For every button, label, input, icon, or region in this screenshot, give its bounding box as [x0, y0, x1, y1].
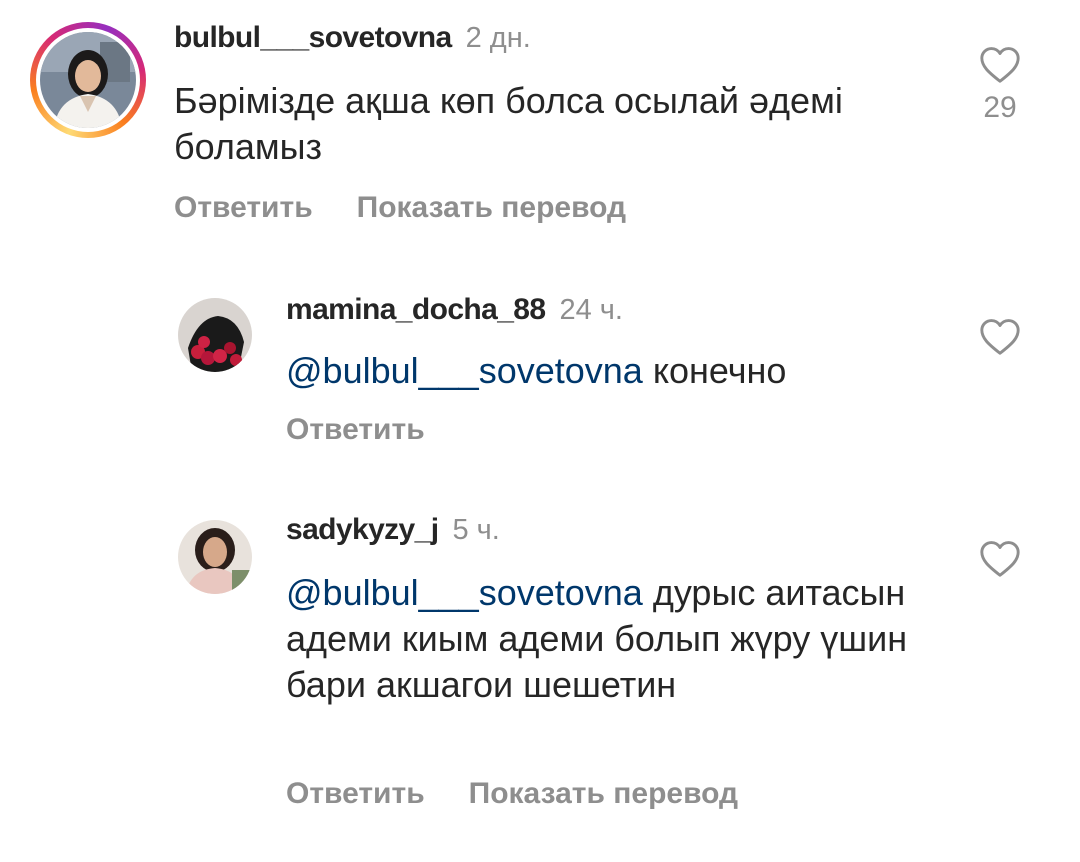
- mention-link[interactable]: @bulbul___sovetovna: [286, 350, 643, 391]
- username-link[interactable]: bulbul___sovetovna: [174, 21, 452, 54]
- like-control: 29: [970, 44, 1030, 126]
- comment-actions: Ответить Показать перевод: [286, 776, 738, 812]
- username-link[interactable]: mamina_docha_88: [286, 293, 546, 326]
- like-count: 29: [983, 91, 1017, 124]
- story-ring: [30, 22, 146, 138]
- show-translation-button[interactable]: Показать перевод: [357, 190, 626, 226]
- heart-outline-icon[interactable]: [970, 538, 1030, 578]
- comment-header: bulbul___sovetovna 2 дн.: [174, 20, 531, 56]
- avatar-image: [178, 298, 252, 372]
- reply-button[interactable]: Ответить: [286, 776, 425, 812]
- comment-header: mamina_docha_88 24 ч.: [286, 292, 623, 328]
- mention-link[interactable]: @bulbul___sovetovna: [286, 572, 643, 613]
- comment-header: sadykyzy_j 5 ч.: [286, 512, 500, 548]
- comment-body: Бәрімізде ақша көп болса осылай әдемі бо…: [174, 80, 843, 167]
- reply-button[interactable]: Ответить: [174, 190, 313, 226]
- avatar-image: [178, 520, 252, 594]
- heart-outline-icon[interactable]: [970, 316, 1030, 356]
- avatar[interactable]: [178, 520, 252, 594]
- avatar[interactable]: [178, 298, 252, 372]
- reply-button[interactable]: Ответить: [286, 412, 425, 448]
- comment-text: Бәрімізде ақша көп болса осылай әдемі бо…: [174, 78, 954, 170]
- heart-outline-icon[interactable]: [970, 44, 1030, 84]
- like-control: [970, 316, 1030, 356]
- reply-item: sadykyzy_j 5 ч. @bulbul___sovetovna дурыс…: [0, 500, 1080, 862]
- show-translation-button[interactable]: Показать перевод: [469, 776, 738, 812]
- avatar-image: [40, 32, 136, 128]
- comment-item: bulbul___sovetovna 2 дн. Бәрімізде ақша к…: [0, 0, 1080, 260]
- comment-time: 24 ч.: [559, 294, 623, 326]
- comment-body: конечно: [642, 350, 787, 391]
- comment-time: 5 ч.: [452, 514, 500, 546]
- comment-actions: Ответить: [286, 412, 425, 448]
- username-link[interactable]: sadykyzy_j: [286, 513, 439, 546]
- comment-time: 2 дн.: [465, 22, 531, 54]
- comment-text: @bulbul___sovetovna дурыс аитасын адеми …: [286, 570, 916, 708]
- comment-text: @bulbul___sovetovna конечно: [286, 348, 956, 394]
- reply-item: mamina_docha_88 24 ч. @bulbul___sovetovna…: [0, 280, 1080, 480]
- avatar[interactable]: [30, 22, 146, 138]
- comment-actions: Ответить Показать перевод: [174, 190, 626, 226]
- like-control: [970, 538, 1030, 578]
